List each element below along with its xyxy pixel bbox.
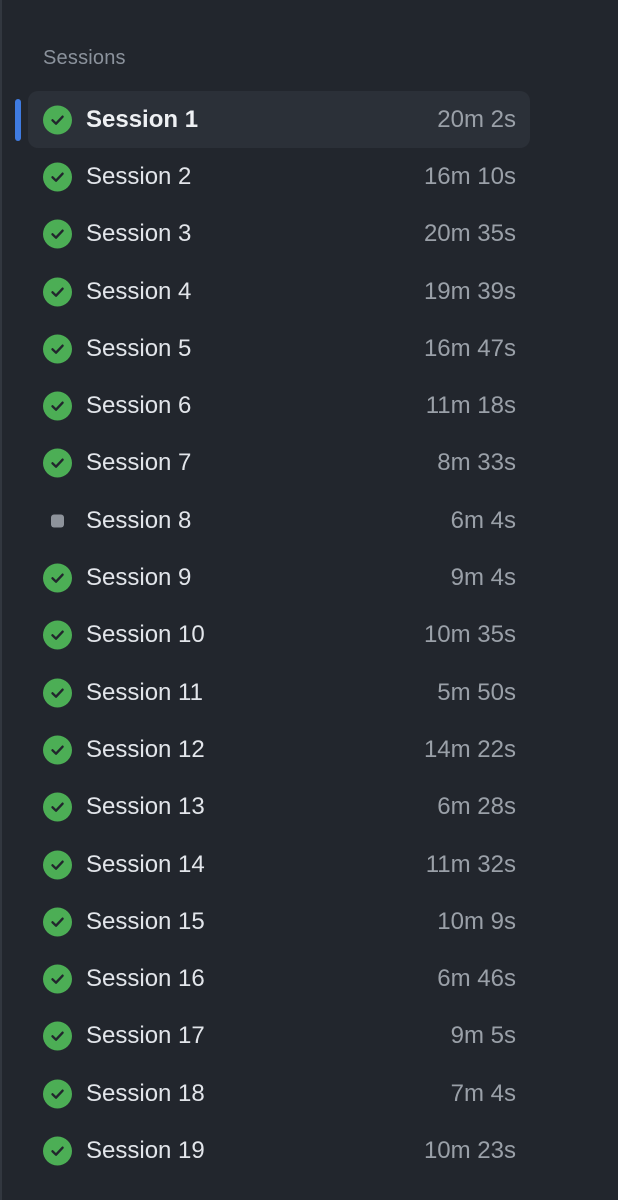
session-duration: 20m 2s (437, 105, 516, 133)
session-label: Session 10 (86, 621, 205, 649)
session-item[interactable]: Session 15 10m 9s (28, 893, 530, 950)
session-item[interactable]: Session 14 11m 32s (28, 836, 530, 893)
session-label: Session 14 (86, 850, 205, 878)
session-item[interactable]: Session 9 9m 4s (28, 549, 530, 606)
session-duration: 8m 33s (437, 449, 516, 477)
session-item[interactable]: Session 3 20m 35s (28, 206, 530, 263)
session-label: Session 8 (86, 506, 192, 534)
session-label: Session 6 (86, 392, 192, 420)
session-duration: 6m 46s (437, 965, 516, 993)
check-circle-icon (43, 162, 72, 192)
session-label: Session 12 (86, 735, 205, 763)
session-label: Session 1 (86, 105, 199, 133)
stopped-square-icon (43, 506, 72, 535)
session-duration: 7m 4s (450, 1079, 516, 1107)
check-circle-icon (43, 907, 72, 937)
session-duration: 9m 5s (450, 1022, 516, 1050)
session-duration: 19m 39s (423, 277, 516, 305)
session-label: Session 16 (86, 965, 205, 993)
session-label: Session 15 (86, 907, 205, 935)
session-item[interactable]: Session 16 6m 46s (28, 950, 530, 1007)
check-circle-icon (43, 850, 72, 879)
session-duration: 5m 50s (437, 678, 516, 706)
check-circle-icon (43, 563, 72, 593)
session-label: Session 3 (86, 220, 192, 248)
session-label: Session 19 (86, 1136, 205, 1164)
session-item[interactable]: Session 18 7m 4s (28, 1065, 530, 1122)
session-item[interactable]: Session 5 16m 47s (28, 320, 530, 377)
session-item[interactable]: Session 11 5m 50s (28, 664, 530, 721)
sessions-panel: Sessions Session 1 20m 2s Session 2 16m 10s… (0, 0, 618, 1200)
session-item[interactable]: Session 12 14m 22s (28, 721, 530, 778)
session-duration: 16m 10s (423, 162, 516, 190)
session-duration: 10m 23s (423, 1136, 516, 1164)
check-circle-icon (43, 735, 72, 765)
session-duration: 6m 28s (437, 793, 516, 821)
session-item[interactable]: Session 1 20m 2s (28, 91, 530, 149)
check-circle-icon (43, 391, 72, 421)
session-label: Session 17 (86, 1022, 205, 1050)
session-duration: 10m 9s (437, 907, 516, 935)
session-duration: 20m 35s (423, 220, 516, 248)
session-duration: 6m 4s (450, 506, 516, 534)
check-circle-icon (43, 1021, 72, 1051)
session-duration: 11m 18s (425, 392, 516, 420)
session-label: Session 11 (86, 678, 203, 706)
session-item[interactable]: Session 2 16m 10s (28, 148, 530, 205)
session-label: Session 5 (86, 334, 192, 362)
check-circle-icon (43, 678, 72, 708)
session-item[interactable]: Session 13 6m 28s (28, 779, 530, 836)
session-item[interactable]: Session 6 11m 18s (28, 377, 530, 434)
session-label: Session 4 (86, 277, 192, 305)
session-list: Session 1 20m 2s Session 2 16m 10s Session 3… (0, 91, 618, 1180)
session-label: Session 13 (86, 793, 205, 821)
check-circle-icon (43, 792, 72, 822)
check-circle-icon (43, 1079, 72, 1109)
check-circle-icon (43, 334, 72, 364)
session-label: Session 7 (86, 449, 192, 477)
session-duration: 11m 32s (425, 850, 516, 878)
check-circle-icon (43, 620, 72, 650)
session-item[interactable]: Session 10 10m 35s (28, 607, 530, 664)
check-circle-icon (43, 448, 72, 478)
session-item[interactable]: Session 4 19m 39s (28, 263, 530, 320)
session-label: Session 9 (86, 564, 192, 592)
session-label: Session 2 (86, 162, 192, 190)
session-item[interactable]: Session 19 10m 23s (28, 1122, 530, 1179)
session-item[interactable]: Session 17 9m 5s (28, 1008, 530, 1065)
check-circle-icon (43, 277, 72, 307)
session-label: Session 18 (86, 1079, 205, 1107)
check-circle-icon (43, 219, 72, 249)
session-item[interactable]: Session 8 6m 4s (28, 492, 530, 549)
session-duration: 10m 35s (423, 621, 516, 649)
session-duration: 14m 22s (423, 735, 516, 763)
session-duration: 16m 47s (423, 334, 516, 362)
check-circle-icon (43, 964, 72, 994)
check-circle-icon (43, 1136, 72, 1166)
session-item[interactable]: Session 7 8m 33s (28, 435, 530, 492)
check-circle-icon (43, 105, 72, 135)
sessions-heading: Sessions (43, 47, 126, 69)
session-duration: 9m 4s (450, 564, 516, 592)
